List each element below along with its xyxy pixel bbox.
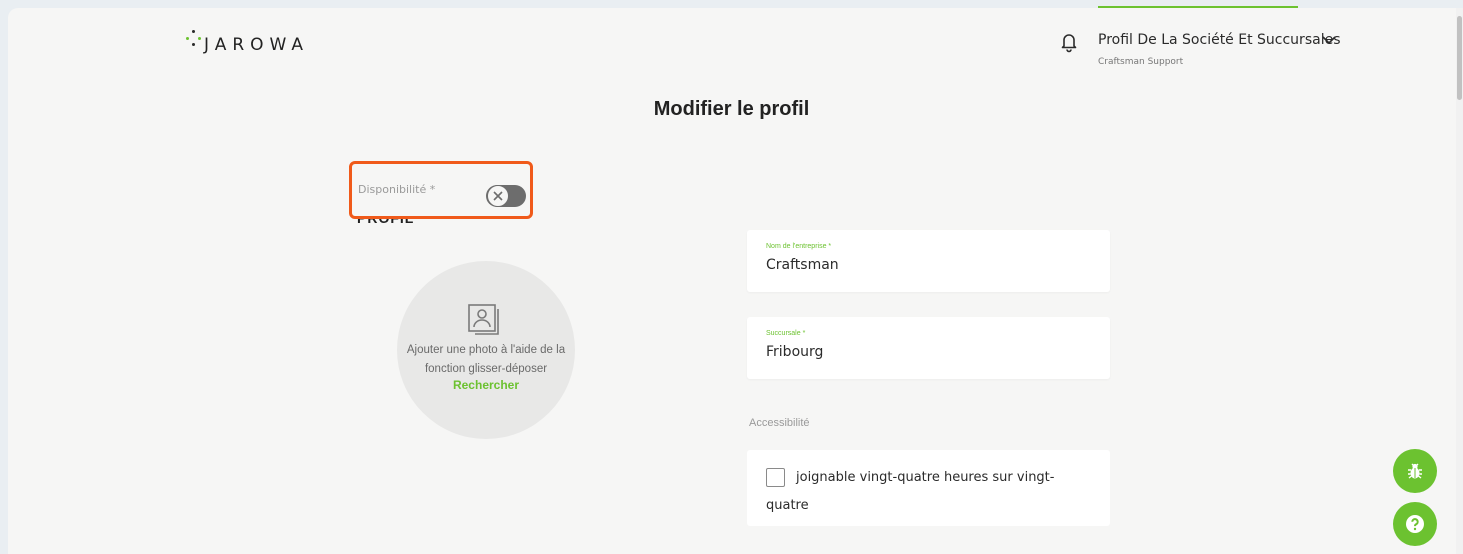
photo-hint: Ajouter une photo à l'aide de la fonctio… <box>406 344 566 375</box>
branch-label: Succursale * <box>766 330 806 337</box>
company-name-label: Nom de l'entreprise * <box>766 243 832 250</box>
jarowa-logo[interactable]: JAROWA <box>186 27 309 55</box>
browse-link[interactable]: Rechercher <box>397 378 575 392</box>
account-menu-subtitle: Craftsman Support <box>1098 57 1184 67</box>
page-title: Modifier le profil <box>653 98 810 120</box>
toggle-knob <box>487 185 509 207</box>
page-container <box>8 8 1456 554</box>
account-menu-title[interactable]: Profil De La Société Et Succursales <box>1098 32 1340 48</box>
availability-highlight: Disponibilité * <box>349 161 533 219</box>
photo-dropzone[interactable]: Ajouter une photo à l'aide de la fonctio… <box>397 261 575 439</box>
account-active-indicator <box>1098 6 1298 8</box>
branch-field[interactable]: Succursale * <box>747 317 1110 379</box>
logo-text: JAROWA <box>204 35 310 55</box>
scrollbar-thumb[interactable] <box>1457 16 1462 100</box>
bell-icon[interactable] <box>1059 31 1079 53</box>
company-name-input[interactable] <box>766 257 1086 273</box>
always-reachable-option[interactable]: joignable vingt-quatre heures sur vingt-… <box>747 450 1110 526</box>
bug-report-button[interactable] <box>1393 449 1437 493</box>
chevron-down-icon[interactable] <box>1322 35 1336 45</box>
scrollbar[interactable] <box>1456 8 1463 554</box>
company-name-field[interactable]: Nom de l'entreprise * <box>747 230 1110 292</box>
branch-input[interactable] <box>766 344 1086 360</box>
bug-icon <box>1408 463 1422 479</box>
accessibility-label: Accessibilité <box>749 417 810 429</box>
close-icon <box>493 191 503 201</box>
help-icon <box>1406 515 1424 533</box>
always-reachable-label[interactable]: joignable vingt-quatre heures sur vingt-… <box>766 464 1066 520</box>
availability-toggle[interactable] <box>486 185 526 207</box>
help-button[interactable] <box>1393 502 1437 546</box>
image-placeholder-icon <box>468 304 499 335</box>
availability-label: Disponibilité * <box>358 183 436 196</box>
logo-mark <box>186 29 202 53</box>
